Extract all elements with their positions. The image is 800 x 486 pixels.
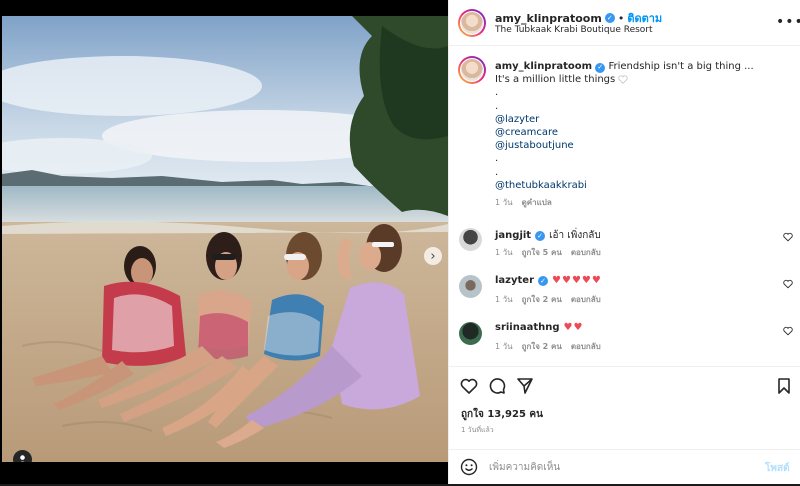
commenter-avatar[interactable] (459, 275, 482, 298)
like-comment-heart-icon[interactable] (783, 279, 793, 289)
share-paper-plane-icon[interactable] (516, 377, 534, 395)
save-bookmark-icon[interactable] (775, 377, 793, 395)
reply-button[interactable]: ตอบกลับ (571, 340, 601, 353)
post-comment-button[interactable]: โพสต์ (765, 461, 790, 476)
beach-photo-illustration (2, 16, 448, 462)
caption-avatar[interactable] (458, 56, 486, 84)
commenter-username[interactable]: jangjit (495, 230, 531, 241)
reply-button[interactable]: ตอบกลับ (571, 293, 601, 306)
verified-badge-icon: ✓ (538, 275, 549, 286)
posted-time: 1 วันที่แล้ว (461, 426, 494, 434)
comment-input[interactable] (489, 457, 749, 477)
comment-time: 1 วัน (495, 248, 513, 257)
author-avatar[interactable] (458, 9, 486, 37)
commenter-username[interactable]: sriinaathng (495, 322, 560, 333)
commenter-avatar[interactable] (459, 228, 482, 251)
caption-dot: . (495, 166, 499, 178)
user-icon (20, 455, 25, 462)
top-bar (0, 0, 448, 16)
post-header: amy_klinpratoom ✓ • ติดตาม The Tubkaak K… (449, 0, 800, 46)
caption-meta: 1 วัน ดูคำแปล (495, 196, 795, 209)
comment-meta: 1 วัน ถูกใจ 2 คน ตอบกลับ (495, 340, 601, 353)
caption-dot: . (495, 100, 499, 112)
comment-text-line: lazyter ✓ ♥♥♥♥♥ (495, 275, 602, 286)
tagged-people-button[interactable] (13, 450, 32, 462)
comment-text: ♥♥ (563, 322, 584, 333)
comment-item: lazyter ✓ ♥♥♥♥♥ 1 วัน ถูกใจ 2 คน ตอบกลับ (449, 273, 800, 313)
caption-dot: . (495, 87, 499, 99)
comment-text-line: sriinaathng ♥♥ (495, 322, 583, 333)
caption-body: amy_klinpratoom ✓ Friendship isn't a big… (495, 60, 795, 209)
reply-button[interactable]: ตอบกลับ (571, 246, 601, 259)
comment-text: เอ้า เพิ่งกลับ (549, 230, 601, 241)
post-photo[interactable]: › (2, 16, 448, 462)
emoji-smile-icon[interactable] (460, 458, 478, 476)
caption-text-line2: It's a million little things (495, 74, 616, 86)
likes-count[interactable]: ถูกใจ 13,925 คน (461, 407, 543, 422)
comment-text: ♥♥♥♥♥ (552, 275, 602, 286)
like-comment-heart-icon[interactable] (783, 232, 793, 242)
mention-link[interactable]: @lazyter (495, 113, 795, 126)
carousel-next-button[interactable]: › (424, 247, 442, 265)
like-comment-heart-icon[interactable] (783, 326, 793, 336)
more-options-button[interactable]: ••• (776, 14, 800, 30)
verified-badge-icon: ✓ (604, 13, 615, 23)
comment-likes[interactable]: ถูกใจ 2 คน (522, 293, 562, 306)
mention-link[interactable]: @thetubkaakkrabi (495, 179, 795, 192)
comment-text-line: jangjit ✓ เอ้า เพิ่งกลับ (495, 228, 601, 243)
separator-dot: • (617, 11, 625, 25)
comment-likes[interactable]: ถูกใจ 2 คน (522, 340, 562, 353)
comment-time: 1 วัน (495, 342, 513, 351)
bottom-bar (0, 462, 448, 484)
post-sidebar: amy_klinpratoom ✓ • ติดตาม The Tubkaak K… (448, 0, 800, 484)
more-horizontal-icon: ••• (776, 14, 800, 30)
comment-time: 1 วัน (495, 295, 513, 304)
caption-text-line1: Friendship isn't a big thing ... (608, 61, 754, 72)
chevron-right-icon: › (430, 248, 436, 264)
heart-outline-icon (618, 75, 629, 84)
like-heart-icon[interactable] (460, 377, 478, 395)
action-bar: ถูกใจ 13,925 คน 1 วันที่แล้ว โพสต์ (449, 366, 800, 486)
mention-link[interactable]: @creamcare (495, 126, 795, 139)
caption-dot: . (495, 153, 499, 165)
comment-meta: 1 วัน ถูกใจ 5 คน ตอบกลับ (495, 246, 601, 259)
author-username[interactable]: amy_klinpratoom (495, 12, 602, 25)
comment-composer: โพสต์ (449, 449, 800, 485)
instagram-post-modal: › amy_klinpratoom ✓ • ติดตาม The Tubkaak… (0, 0, 800, 484)
see-translation-link[interactable]: ดูคำแปล (522, 196, 552, 209)
comment-likes[interactable]: ถูกใจ 5 คน (522, 246, 562, 259)
verified-badge-icon: ✓ (595, 62, 606, 73)
verified-badge-icon: ✓ (535, 230, 546, 241)
mention-link[interactable]: @justaboutjune (495, 139, 795, 152)
commenter-avatar[interactable] (459, 322, 482, 345)
caption-username[interactable]: amy_klinpratoom (495, 61, 592, 72)
caption-time: 1 วัน (495, 198, 513, 208)
commenter-username[interactable]: lazyter (495, 275, 534, 286)
comment-item: jangjit ✓ เอ้า เพิ่งกลับ 1 วัน ถูกใจ 5 ค… (449, 226, 800, 266)
comment-item: sriinaathng ♥♥ 1 วัน ถูกใจ 2 คน ตอบกลับ (449, 320, 800, 360)
location-link[interactable]: The Tubkaak Krabi Boutique Resort (495, 25, 653, 35)
comment-bubble-icon[interactable] (488, 377, 506, 395)
comment-meta: 1 วัน ถูกใจ 2 คน ตอบกลับ (495, 293, 601, 306)
